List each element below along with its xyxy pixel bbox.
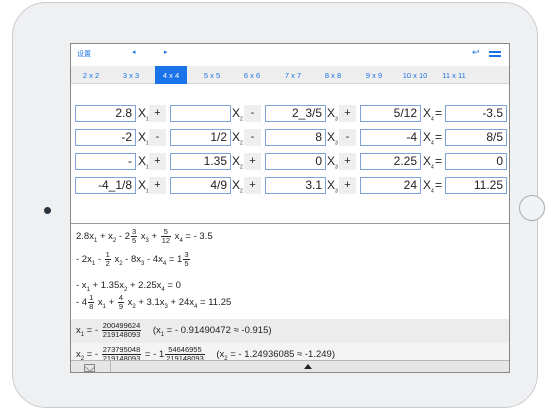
app-screen: 设置 ◂ ▸ ↩ 2 x 2 3 x 3 4 x 4 5 x 5 6 x 6 7… — [70, 43, 510, 373]
coefficient-matrix: 2.8 X1 + X2 - 2_3/5 X3 + 5/12 X4 = -3.5 … — [71, 84, 509, 223]
var-label: X1 — [138, 154, 149, 171]
coef-input[interactable]: 24 — [360, 177, 421, 194]
var-label: X2 — [232, 106, 243, 123]
tab-9x9[interactable]: 9 x 9 — [358, 66, 390, 84]
var-label: X4 — [423, 154, 434, 171]
coef-input[interactable]: 2.25 — [360, 153, 421, 170]
back-arrow-icon[interactable]: ◂ — [132, 48, 136, 56]
tab-4x4[interactable]: 4 x 4 — [155, 66, 187, 84]
op-button[interactable]: + — [244, 177, 261, 194]
rhs-input[interactable]: -3.5 — [445, 105, 507, 122]
op-button[interactable]: - — [244, 129, 261, 146]
equals-sign: = — [435, 178, 443, 192]
op-button[interactable]: - — [244, 105, 261, 122]
var-label: X1 — [138, 106, 149, 123]
var-label: X1 — [138, 178, 149, 195]
solution-line: x1 = - 200499624 219148093 (x1 = - 0.9149… — [76, 321, 272, 339]
op-button[interactable]: + — [244, 153, 261, 170]
var-label: X3 — [327, 154, 338, 171]
coef-input[interactable]: 8 — [265, 129, 326, 146]
equals-sign: = — [435, 154, 443, 168]
mail-icon[interactable] — [84, 364, 95, 372]
equals-sign: = — [435, 106, 443, 120]
coef-input[interactable]: -4 — [360, 129, 421, 146]
size-tab-bar: 2 x 2 3 x 3 4 x 4 5 x 5 6 x 6 7 x 7 8 x … — [71, 66, 509, 84]
var-label: X3 — [327, 130, 338, 147]
ipad-frame: 设置 ◂ ▸ ↩ 2 x 2 3 x 3 4 x 4 5 x 5 6 x 6 7… — [12, 2, 545, 408]
tab-10x10[interactable]: 10 x 10 — [398, 66, 432, 84]
coef-input[interactable]: 1.35 — [170, 153, 231, 170]
expand-up-icon[interactable] — [304, 364, 312, 369]
coef-input[interactable]: 3.1 — [265, 177, 326, 194]
equation-line: - x1 + 1.35x2 + 2.25x4 = 0 — [76, 280, 181, 293]
op-button[interactable]: - — [339, 129, 356, 146]
op-button[interactable]: + — [339, 177, 356, 194]
coef-input[interactable]: 0 — [265, 153, 326, 170]
tab-2x2[interactable]: 2 x 2 — [75, 66, 107, 84]
results-panel: 2.8x1 + x2 - 235 x3 + 5 12 x4 = - 3.5 - 2… — [71, 224, 509, 363]
op-button[interactable]: + — [149, 177, 166, 194]
home-button[interactable] — [519, 195, 545, 221]
op-button[interactable]: - — [149, 129, 166, 146]
var-label: X1 — [138, 130, 149, 147]
rhs-input[interactable]: 11.25 — [445, 177, 507, 194]
solution-row: x1 = - 200499624 219148093 (x1 = - 0.9149… — [71, 319, 509, 343]
menu-icon[interactable] — [489, 51, 501, 57]
rhs-input[interactable]: 8/5 — [445, 129, 507, 146]
forward-arrow-icon[interactable]: ▸ — [164, 48, 168, 56]
tab-6x6[interactable]: 6 x 6 — [236, 66, 268, 84]
tab-8x8[interactable]: 8 x 8 — [317, 66, 349, 84]
coef-input[interactable]: 5/12 — [360, 105, 421, 122]
var-label: X3 — [327, 106, 338, 123]
op-button[interactable]: + — [149, 153, 166, 170]
equation-line: - 418 x1 + 49 x2 + 3.1x3 + 24x4 = 11.25 — [76, 293, 232, 311]
coef-input[interactable]: - — [75, 153, 136, 170]
tab-11x11[interactable]: 11 x 11 — [437, 66, 471, 84]
op-button[interactable]: + — [149, 105, 166, 122]
coef-input[interactable]: -4_1/8 — [75, 177, 136, 194]
tab-5x5[interactable]: 5 x 5 — [196, 66, 228, 84]
camera-dot — [44, 207, 51, 214]
coef-input[interactable]: 2.8 — [75, 105, 136, 122]
tab-3x3[interactable]: 3 x 3 — [115, 66, 147, 84]
equation-line: 2.8x1 + x2 - 235 x3 + 5 12 x4 = - 3.5 — [76, 227, 213, 245]
tab-7x7[interactable]: 7 x 7 — [277, 66, 309, 84]
coef-input[interactable]: -2 — [75, 129, 136, 146]
equation-line: - 2x1 - 12 x2 - 8x3 - 4x4 = 135 — [76, 250, 190, 268]
rhs-input[interactable]: 0 — [445, 153, 507, 170]
equals-sign: = — [435, 130, 443, 144]
coef-input[interactable]: 2_3/5 — [265, 105, 326, 122]
var-label: X2 — [232, 130, 243, 147]
var-label: X2 — [232, 178, 243, 195]
var-label: X4 — [423, 130, 434, 147]
bottom-toolbar — [71, 360, 509, 372]
op-button[interactable]: + — [339, 153, 356, 170]
op-button[interactable]: + — [339, 105, 356, 122]
coef-input[interactable] — [170, 105, 231, 122]
var-label: X4 — [423, 106, 434, 123]
coef-input[interactable]: 4/9 — [170, 177, 231, 194]
toolbar-divider — [110, 361, 111, 372]
navigation-bar: 设置 ◂ ▸ ↩ — [71, 44, 509, 66]
var-label: X3 — [327, 178, 338, 195]
coef-input[interactable]: 1/2 — [170, 129, 231, 146]
settings-button[interactable]: 设置 — [77, 49, 91, 59]
var-label: X2 — [232, 154, 243, 171]
var-label: X4 — [423, 178, 434, 195]
undo-icon[interactable]: ↩ — [472, 47, 480, 58]
